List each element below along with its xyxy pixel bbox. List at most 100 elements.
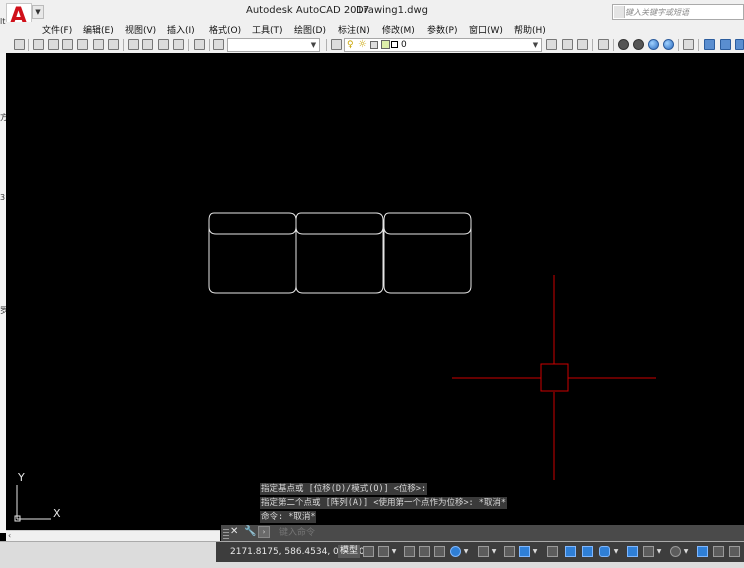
chevron-down-icon[interactable]: ▼	[391, 546, 397, 557]
drag-handle-icon[interactable]	[223, 527, 229, 539]
color-swatch-icon	[391, 41, 398, 48]
command-line: ✕ 🔧 ›	[221, 525, 744, 541]
chevron-down-icon[interactable]: ▼	[491, 546, 497, 557]
grid-icon[interactable]	[363, 546, 374, 557]
ucs-axis-icon	[14, 485, 51, 522]
toolbar: ▼ ♀ ☼ 0 ▼	[0, 36, 744, 54]
toolbar-separator	[188, 39, 189, 51]
command-history-line: 指定基点或 [位移(D)/模式(O)] <位移>:	[260, 483, 428, 495]
menu-parametric[interactable]: 参数(P)	[427, 23, 457, 36]
selection-cycling-icon[interactable]	[582, 546, 593, 557]
iso-nw-icon[interactable]	[173, 39, 184, 50]
toolbar-separator	[209, 39, 210, 51]
dynamic-ucs-icon[interactable]	[627, 546, 638, 557]
view-top-icon[interactable]	[48, 39, 59, 50]
menu-dimension[interactable]: 标注(N)	[338, 23, 370, 36]
object-snap-tracking-icon[interactable]	[504, 546, 515, 557]
dynamic-input-icon[interactable]	[419, 546, 430, 557]
drawing-canvas[interactable]: Y X	[6, 53, 744, 527]
command-input[interactable]	[279, 525, 739, 540]
panel-outline	[295, 212, 384, 294]
chevron-down-icon[interactable]: ▼	[532, 546, 538, 557]
menu-window[interactable]: 窗口(W)	[469, 23, 503, 36]
annotation-scale-icon[interactable]	[729, 546, 740, 557]
close-icon[interactable]: ✕	[230, 526, 238, 537]
lineweight-icon[interactable]	[547, 546, 558, 557]
layer-dropdown[interactable]: ♀ ☼ 0 ▼	[344, 38, 542, 52]
new-file-icon[interactable]	[14, 39, 25, 50]
toolbar-separator	[678, 39, 679, 51]
visual-style-icon[interactable]	[598, 39, 609, 50]
gizmo-icon[interactable]	[670, 546, 681, 557]
selection-filtering-icon[interactable]	[643, 546, 654, 557]
conceptual-style-icon[interactable]	[663, 39, 674, 50]
view-cube-icon[interactable]	[33, 39, 44, 50]
view-front-icon[interactable]	[62, 39, 73, 50]
scroll-left-icon[interactable]: ‹	[8, 531, 11, 540]
bulb-icon: ♀	[347, 40, 354, 50]
ucs-previous-icon[interactable]	[213, 39, 224, 50]
ucs-y-label: Y	[18, 471, 25, 484]
camera-icon[interactable]	[194, 39, 205, 50]
snap-icon[interactable]	[378, 546, 389, 557]
view-back-icon[interactable]	[108, 39, 119, 50]
pickbox	[540, 363, 569, 392]
menu-view[interactable]: 视图(V)	[125, 23, 156, 36]
object-snap-icon[interactable]	[519, 546, 530, 557]
ucs-origin-icon[interactable]	[735, 39, 744, 50]
annotation-visibility-icon[interactable]	[697, 546, 708, 557]
status-bar-tools: 2171.8175, 586.4534, 0.0000 模型 ▼ ▼ ▼ ▼ ▼…	[216, 542, 744, 562]
menu-bar: 文件(F) 编辑(E) 视图(V) 插入(I) 格式(O) 工具(T) 绘图(D…	[0, 22, 744, 36]
recent-commands-icon[interactable]: ›	[258, 526, 270, 538]
menu-edit[interactable]: 编辑(E)	[83, 23, 114, 36]
named-view-dropdown[interactable]: ▼	[227, 38, 320, 52]
menu-modify[interactable]: 修改(M)	[382, 23, 415, 36]
wireframe-3d-icon[interactable]	[633, 39, 644, 50]
visual-style-manager-icon[interactable]	[683, 39, 694, 50]
toolbar-separator	[28, 39, 29, 51]
toolbar-separator	[123, 39, 124, 51]
chevron-down-icon[interactable]: ▼	[613, 546, 619, 557]
ortho-icon[interactable]	[434, 546, 445, 557]
realistic-style-icon[interactable]	[648, 39, 659, 50]
chevron-down-icon: ▼	[310, 41, 317, 49]
model-space	[14, 212, 656, 522]
menu-help[interactable]: 帮助(H)	[514, 23, 546, 36]
chevron-down-icon[interactable]: ▼	[463, 546, 469, 557]
layer-states-icon[interactable]	[577, 39, 588, 50]
chevron-down-icon[interactable]: ▼	[683, 546, 689, 557]
iso-sw-icon[interactable]	[128, 39, 139, 50]
polar-tracking-icon[interactable]	[450, 546, 461, 557]
quick-access-dropdown-icon[interactable]: ▼	[32, 5, 44, 19]
menu-tools[interactable]: 工具(T)	[252, 23, 283, 36]
drawing-panel	[208, 212, 297, 294]
model-space-button[interactable]: 模型	[338, 545, 361, 558]
auto-scale-icon[interactable]	[713, 546, 724, 557]
layer-properties-icon[interactable]	[331, 39, 342, 50]
view-right-icon[interactable]	[93, 39, 104, 50]
transparency-icon[interactable]	[565, 546, 576, 557]
isometric-drafting-icon[interactable]	[478, 546, 489, 557]
ucs-icon[interactable]	[704, 39, 715, 50]
iso-se-icon[interactable]	[142, 39, 153, 50]
ucs-world-icon[interactable]	[720, 39, 731, 50]
iso-ne-icon[interactable]	[158, 39, 169, 50]
window-title-app: Autodesk AutoCAD 2017	[246, 5, 370, 16]
chevron-down-icon[interactable]: ▼	[656, 546, 662, 557]
menu-draw[interactable]: 绘图(D)	[294, 23, 326, 36]
toolbar-separator	[698, 39, 699, 51]
panel-top-band	[295, 220, 384, 235]
3d-object-snap-icon[interactable]	[599, 546, 610, 557]
layer-previous-icon[interactable]	[562, 39, 573, 50]
sun-icon: ☼	[358, 39, 367, 50]
menu-format[interactable]: 格式(O)	[209, 23, 241, 36]
wrench-icon[interactable]: 🔧	[244, 526, 256, 537]
help-search-box[interactable]: 键入关键字或短语	[612, 4, 744, 20]
menu-insert[interactable]: 插入(I)	[167, 23, 195, 36]
menu-file[interactable]: 文件(F)	[42, 23, 72, 36]
view-left-icon[interactable]	[77, 39, 88, 50]
infer-constraints-icon[interactable]	[404, 546, 415, 557]
wireframe-2d-icon[interactable]	[618, 39, 629, 50]
panel-top-band	[208, 220, 297, 235]
make-current-layer-icon[interactable]	[546, 39, 557, 50]
